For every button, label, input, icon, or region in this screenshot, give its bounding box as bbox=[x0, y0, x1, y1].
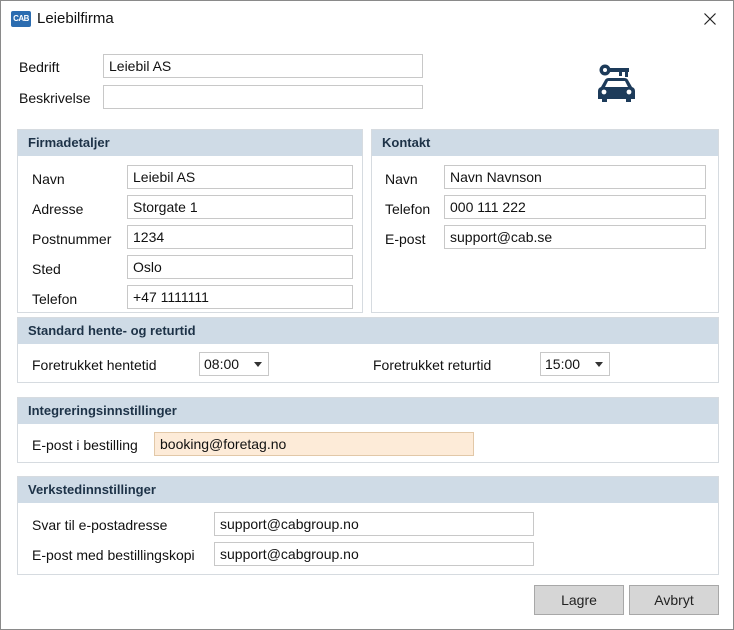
save-button[interactable]: Lagre bbox=[534, 585, 624, 615]
firma-navn-label: Navn bbox=[32, 171, 65, 187]
car-key-icon bbox=[598, 64, 635, 102]
returtid-value: 15:00 bbox=[545, 356, 581, 372]
beskrivelse-input[interactable] bbox=[103, 85, 423, 109]
adresse-label: Adresse bbox=[32, 201, 84, 217]
integrering-header: Integreringsinnstillinger bbox=[18, 398, 718, 424]
chevron-down-icon bbox=[595, 362, 603, 367]
svar-input[interactable]: support@cabgroup.no bbox=[214, 512, 534, 536]
integrering-epost-input[interactable]: booking@foretag.no bbox=[154, 432, 474, 456]
integrering-epost-label: E-post i bestilling bbox=[32, 437, 138, 453]
hente-retur-section: Standard hente- og returtid bbox=[17, 317, 719, 383]
cab-app-icon: CAB bbox=[11, 11, 31, 27]
kontakt-epost-label: E-post bbox=[385, 231, 426, 247]
close-button[interactable] bbox=[687, 1, 733, 37]
hente-retur-header: Standard hente- og returtid bbox=[18, 318, 718, 344]
firma-telefon-label: Telefon bbox=[32, 291, 78, 307]
title-bar[interactable]: CAB Leiebilfirma bbox=[1, 1, 733, 37]
kontakt-telefon-label: Telefon bbox=[385, 201, 431, 217]
beskrivelse-label: Beskrivelse bbox=[19, 90, 91, 106]
chevron-down-icon bbox=[254, 362, 262, 367]
hentetid-label: Foretrukket hentetid bbox=[32, 357, 157, 373]
kontakt-epost-input[interactable]: support@cab.se bbox=[444, 225, 706, 249]
returtid-select[interactable]: 15:00 bbox=[540, 352, 610, 376]
sted-input[interactable]: Oslo bbox=[127, 255, 353, 279]
window-title: Leiebilfirma bbox=[37, 10, 114, 27]
kopi-input[interactable]: support@cabgroup.no bbox=[214, 542, 534, 566]
svar-label: Svar til e-postadresse bbox=[32, 517, 168, 533]
hentetid-value: 08:00 bbox=[204, 356, 240, 372]
postnummer-label: Postnummer bbox=[32, 231, 112, 247]
firmadetaljer-header: Firmadetaljer bbox=[18, 130, 362, 156]
kopi-label: E-post med bestillingskopi bbox=[32, 547, 195, 563]
postnummer-input[interactable]: 1234 bbox=[127, 225, 353, 249]
dialog-window: CAB Leiebilfirma Bedrift Leiebil AS Besk… bbox=[0, 0, 734, 630]
hentetid-select[interactable]: 08:00 bbox=[199, 352, 269, 376]
firma-telefon-input[interactable]: +47 1111111 bbox=[127, 285, 353, 309]
sted-label: Sted bbox=[32, 261, 61, 277]
bedrift-input[interactable]: Leiebil AS bbox=[103, 54, 423, 78]
kontakt-section: Kontakt bbox=[371, 129, 719, 313]
verksted-header: Verkstedinnstillinger bbox=[18, 477, 718, 503]
returtid-label: Foretrukket returtid bbox=[373, 357, 492, 373]
firma-navn-input[interactable]: Leiebil AS bbox=[127, 165, 353, 189]
adresse-input[interactable]: Storgate 1 bbox=[127, 195, 353, 219]
kontakt-header: Kontakt bbox=[372, 130, 718, 156]
kontakt-navn-input[interactable]: Navn Navnson bbox=[444, 165, 706, 189]
kontakt-telefon-input[interactable]: 000 111 222 bbox=[444, 195, 706, 219]
close-icon bbox=[704, 13, 716, 25]
cancel-button[interactable]: Avbryt bbox=[629, 585, 719, 615]
kontakt-navn-label: Navn bbox=[385, 171, 418, 187]
bedrift-label: Bedrift bbox=[19, 59, 60, 75]
